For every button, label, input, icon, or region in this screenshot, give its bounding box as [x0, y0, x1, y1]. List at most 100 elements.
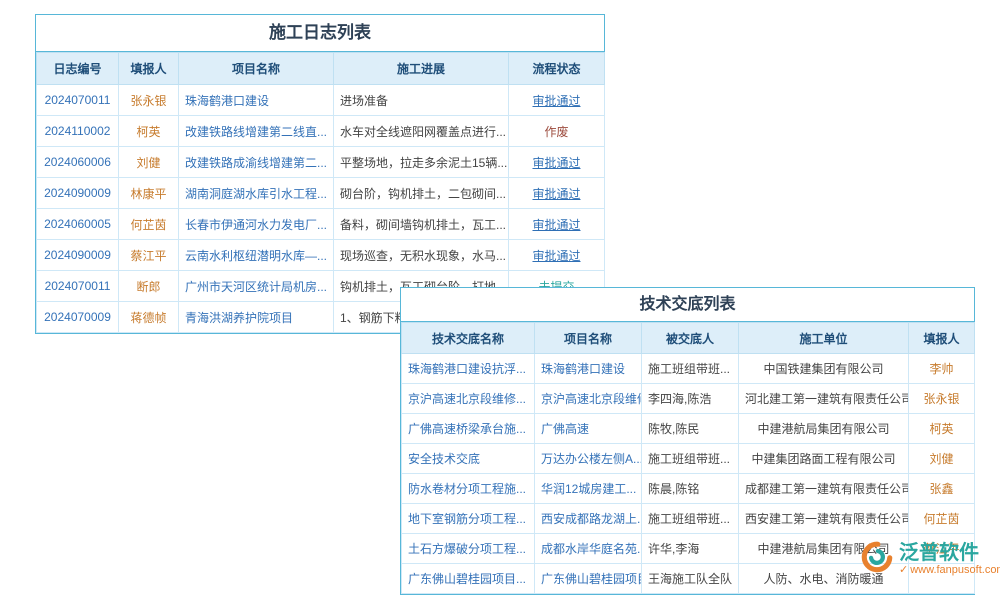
table-row: 珠海鹤港口建设抗浮...珠海鹤港口建设施工班组带班...中国铁建集团有限公司李帅	[402, 354, 975, 384]
disclosure-name-cell[interactable]: 京沪高速北京段维修...	[402, 384, 535, 414]
column-header: 项目名称	[535, 323, 642, 354]
reporter-cell: 断郎	[119, 271, 179, 302]
log-id-cell[interactable]: 2024110002	[37, 116, 119, 147]
progress-cell: 进场准备	[334, 85, 509, 116]
construction-log-window: 施工日志列表 日志编号填报人项目名称施工进展流程状态 2024070011张永银…	[35, 14, 605, 334]
reporter-cell: 张鑫	[909, 474, 975, 504]
status-cell[interactable]: 审批通过	[509, 147, 605, 178]
column-header: 施工单位	[739, 323, 909, 354]
column-header: 项目名称	[179, 53, 334, 85]
reporter-cell: 何芷茵	[119, 209, 179, 240]
disclosee-cell: 王海施工队全队	[642, 564, 739, 594]
reporter-cell: 林康平	[119, 178, 179, 209]
disclosure-name-cell[interactable]: 地下室钢筋分项工程...	[402, 504, 535, 534]
status-cell[interactable]: 作废	[509, 116, 605, 147]
check-icon: ✓	[899, 564, 908, 576]
project-name-cell[interactable]: 京沪高速北京段维修	[535, 384, 642, 414]
disclosure-name-cell[interactable]: 广东佛山碧桂园项目...	[402, 564, 535, 594]
project-name-cell[interactable]: 改建铁路成渝线增建第二...	[179, 147, 334, 178]
page-title: 施工日志列表	[36, 15, 604, 52]
construction-unit-cell: 成都建工第一建筑有限责任公司	[739, 474, 909, 504]
disclosee-cell: 陈晨,陈铭	[642, 474, 739, 504]
reporter-cell: 李帅	[909, 354, 975, 384]
reporter-cell: 张永银	[119, 85, 179, 116]
project-name-cell[interactable]: 珠海鹤港口建设	[535, 354, 642, 384]
table-row: 京沪高速北京段维修...京沪高速北京段维修李四海,陈浩河北建工第一建筑有限责任公…	[402, 384, 975, 414]
table-row: 2024090009林康平湖南洞庭湖水库引水工程...砌台阶，钩机排土，二包砌间…	[37, 178, 605, 209]
reporter-cell: 蔡江平	[119, 240, 179, 271]
project-name-cell[interactable]: 万达办公楼左侧A...	[535, 444, 642, 474]
disclosee-cell: 陈牧,陈民	[642, 414, 739, 444]
project-name-cell[interactable]: 长春市伊通河水力发电厂...	[179, 209, 334, 240]
column-header: 填报人	[119, 53, 179, 85]
progress-cell: 现场巡查，无积水现象，水马...	[334, 240, 509, 271]
table-row: 地下室钢筋分项工程...西安成都路龙湖上...施工班组带班...西安建工第一建筑…	[402, 504, 975, 534]
disclosure-name-cell[interactable]: 土石方爆破分项工程...	[402, 534, 535, 564]
brand-name: 泛普软件	[899, 542, 1000, 564]
project-name-cell[interactable]: 成都水岸华庭名苑...	[535, 534, 642, 564]
construction-unit-cell: 中建集团路面工程有限公司	[739, 444, 909, 474]
status-cell[interactable]: 审批通过	[509, 178, 605, 209]
project-name-cell[interactable]: 改建铁路线增建第二线直...	[179, 116, 334, 147]
project-name-cell[interactable]: 西安成都路龙湖上...	[535, 504, 642, 534]
reporter-cell: 刘健	[909, 444, 975, 474]
project-name-cell[interactable]: 湖南洞庭湖水库引水工程...	[179, 178, 334, 209]
fanpu-logo-icon	[860, 540, 894, 579]
brand-url: ✓ www.fanpusoft.com	[899, 564, 1000, 576]
construction-unit-cell: 西安建工第一建筑有限责任公司	[739, 504, 909, 534]
construction-unit-cell: 中国铁建集团有限公司	[739, 354, 909, 384]
disclosee-cell: 施工班组带班...	[642, 354, 739, 384]
project-name-cell[interactable]: 青海洪湖养护院项目	[179, 302, 334, 333]
page-title: 技术交底列表	[401, 288, 974, 322]
disclosure-name-cell[interactable]: 广佛高速桥梁承台施...	[402, 414, 535, 444]
disclosee-cell: 许华,李海	[642, 534, 739, 564]
progress-cell: 平整场地，拉走多余泥土15辆...	[334, 147, 509, 178]
disclosee-cell: 施工班组带班...	[642, 504, 739, 534]
reporter-cell: 刘健	[119, 147, 179, 178]
reporter-cell: 柯英	[119, 116, 179, 147]
table-header-row: 技术交底名称项目名称被交底人施工单位填报人	[402, 323, 975, 354]
progress-cell: 砌台阶，钩机排土，二包砌间...	[334, 178, 509, 209]
table-row: 防水卷材分项工程施...华润12城房建工...陈晨,陈铭成都建工第一建筑有限责任…	[402, 474, 975, 504]
status-cell[interactable]: 审批通过	[509, 85, 605, 116]
construction-unit-cell: 中建港航局集团有限公司	[739, 414, 909, 444]
disclosure-name-cell[interactable]: 安全技术交底	[402, 444, 535, 474]
log-id-cell[interactable]: 2024070011	[37, 271, 119, 302]
reporter-cell: 张永银	[909, 384, 975, 414]
status-cell[interactable]: 审批通过	[509, 240, 605, 271]
disclosee-cell: 李四海,陈浩	[642, 384, 739, 414]
project-name-cell[interactable]: 华润12城房建工...	[535, 474, 642, 504]
column-header: 日志编号	[37, 53, 119, 85]
project-name-cell[interactable]: 云南水利枢纽潜明水库—...	[179, 240, 334, 271]
table-row: 2024060005何芷茵长春市伊通河水力发电厂...备料，砌间墙钩机排土，瓦工…	[37, 209, 605, 240]
project-name-cell[interactable]: 广州市天河区统计局机房...	[179, 271, 334, 302]
column-header: 流程状态	[509, 53, 605, 85]
log-id-cell[interactable]: 2024060006	[37, 147, 119, 178]
table-row: 2024060006刘健改建铁路成渝线增建第二...平整场地，拉走多余泥土15辆…	[37, 147, 605, 178]
construction-unit-cell: 河北建工第一建筑有限责任公司	[739, 384, 909, 414]
disclosure-name-cell[interactable]: 防水卷材分项工程施...	[402, 474, 535, 504]
status-cell[interactable]: 审批通过	[509, 209, 605, 240]
disclosee-cell: 施工班组带班...	[642, 444, 739, 474]
vendor-watermark: 泛普软件 ✓ www.fanpusoft.com	[860, 540, 1000, 579]
table-row: 广佛高速桥梁承台施...广佛高速陈牧,陈民中建港航局集团有限公司柯英	[402, 414, 975, 444]
table-row: 2024090009蔡江平云南水利枢纽潜明水库—...现场巡查，无积水现象，水马…	[37, 240, 605, 271]
project-name-cell[interactable]: 广佛高速	[535, 414, 642, 444]
log-id-cell[interactable]: 2024070009	[37, 302, 119, 333]
table-row: 2024110002柯英改建铁路线增建第二线直...水车对全线遮阳网覆盖点进行.…	[37, 116, 605, 147]
table-row: 2024070011张永银珠海鹤港口建设进场准备审批通过	[37, 85, 605, 116]
table-row: 安全技术交底万达办公楼左侧A...施工班组带班...中建集团路面工程有限公司刘健	[402, 444, 975, 474]
column-header: 技术交底名称	[402, 323, 535, 354]
project-name-cell[interactable]: 珠海鹤港口建设	[179, 85, 334, 116]
log-id-cell[interactable]: 2024070011	[37, 85, 119, 116]
column-header: 施工进展	[334, 53, 509, 85]
reporter-cell: 何芷茵	[909, 504, 975, 534]
reporter-cell: 蒋德帧	[119, 302, 179, 333]
log-id-cell[interactable]: 2024090009	[37, 178, 119, 209]
log-id-cell[interactable]: 2024060005	[37, 209, 119, 240]
log-id-cell[interactable]: 2024090009	[37, 240, 119, 271]
progress-cell: 水车对全线遮阳网覆盖点进行...	[334, 116, 509, 147]
disclosure-name-cell[interactable]: 珠海鹤港口建设抗浮...	[402, 354, 535, 384]
reporter-cell: 柯英	[909, 414, 975, 444]
project-name-cell[interactable]: 广东佛山碧桂园项目	[535, 564, 642, 594]
